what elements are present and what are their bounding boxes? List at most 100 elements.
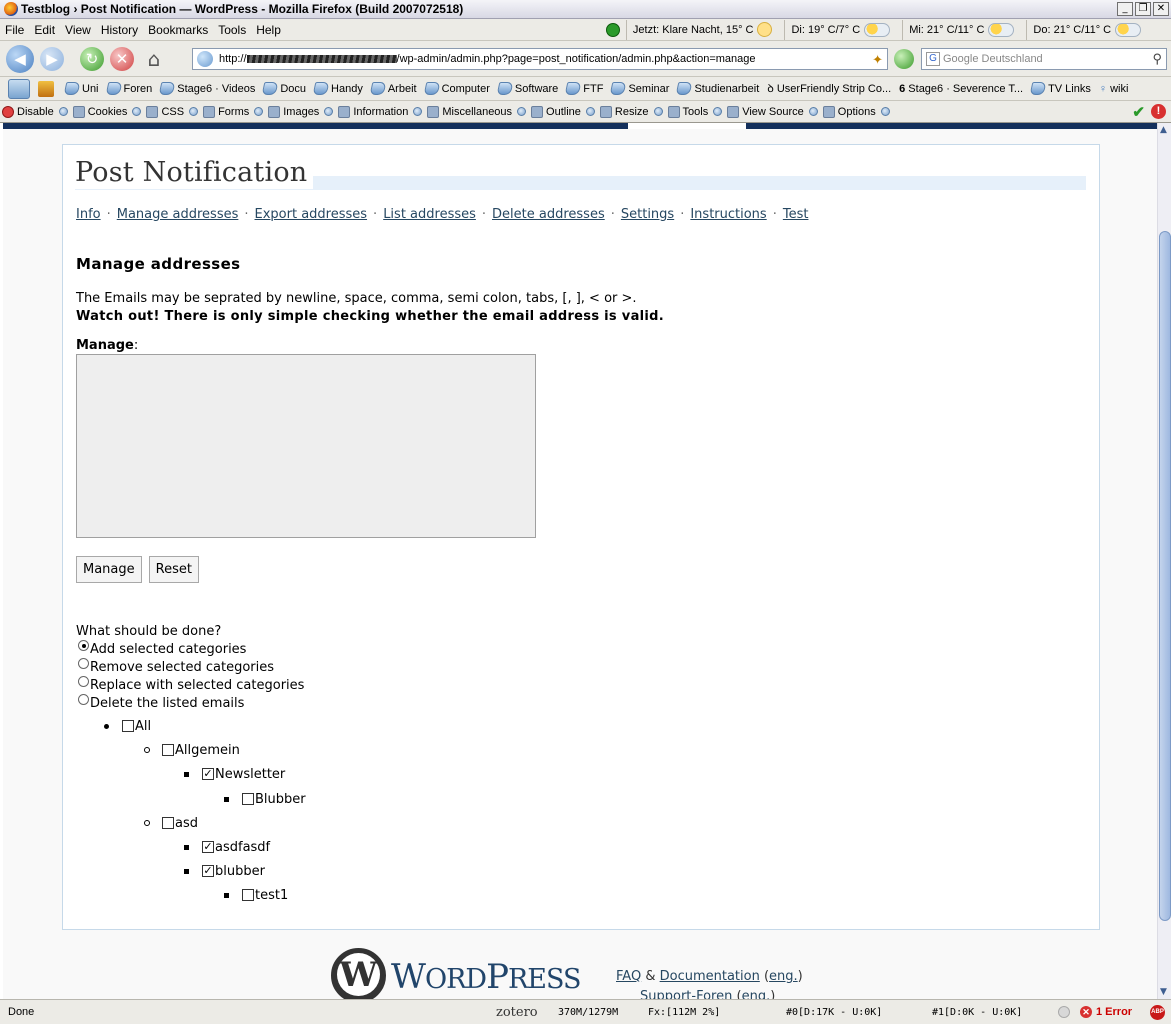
- category-all[interactable]: All: [104, 718, 151, 734]
- bookmark-studienarbeit[interactable]: Studienarbeit: [674, 82, 764, 95]
- bookmark-ftf[interactable]: FTF: [563, 82, 608, 95]
- checkbox[interactable]: [242, 889, 254, 901]
- menu-view[interactable]: View: [60, 23, 96, 37]
- radio-button[interactable]: [78, 676, 89, 687]
- documentation-eng-link[interactable]: eng.: [769, 969, 798, 984]
- weather-thu[interactable]: Do: 21° C/11° C: [1026, 19, 1147, 40]
- support-eng-link[interactable]: eng.: [742, 989, 771, 999]
- checkbox[interactable]: ✓: [202, 841, 214, 853]
- close-button[interactable]: ✕: [1153, 2, 1169, 16]
- weather-now[interactable]: Jetzt: Klare Nacht, 15° C: [625, 19, 779, 40]
- checkbox[interactable]: ✓: [202, 865, 214, 877]
- subnav-list-addresses[interactable]: List addresses: [383, 207, 476, 222]
- subnav-test[interactable]: Test: [783, 207, 809, 222]
- scroll-up-icon[interactable]: ▲: [1160, 125, 1167, 135]
- wordpress-wordmark[interactable]: WORDPRESS: [391, 958, 582, 999]
- dev-cookies[interactable]: Cookies: [71, 105, 145, 118]
- checkbox[interactable]: [242, 793, 254, 805]
- rss-feed-icon[interactable]: ✦: [872, 52, 883, 68]
- bookmark-wiki[interactable]: ♀ wiki: [1096, 83, 1134, 95]
- scroll-thumb[interactable]: [1159, 231, 1171, 921]
- radio-button[interactable]: [78, 694, 89, 705]
- bookmark-tool-icon[interactable]: [38, 80, 54, 97]
- scroll-down-icon[interactable]: ▼: [1160, 987, 1167, 997]
- category-blubber[interactable]: ✓ blubber: [184, 863, 265, 879]
- bookmark-handy[interactable]: Handy: [311, 82, 368, 95]
- google-icon[interactable]: G: [926, 52, 940, 66]
- bookmark-tv-links[interactable]: TV Links: [1028, 82, 1096, 95]
- back-button[interactable]: ◀: [6, 44, 34, 73]
- bookmark-computer[interactable]: Computer: [422, 82, 495, 95]
- checkbox[interactable]: [162, 744, 174, 756]
- dev-information[interactable]: Information: [336, 105, 425, 118]
- radio-delete[interactable]: Delete the listed emails: [76, 694, 1076, 713]
- dev-resize[interactable]: Resize: [598, 105, 666, 118]
- zotero-button[interactable]: zotero: [496, 1005, 538, 1020]
- address-bar[interactable]: http:// /wp-admin/admin.php?page=post_not…: [192, 48, 888, 70]
- category-allgemein[interactable]: Allgemein: [144, 742, 240, 758]
- stop-button[interactable]: ✕: [110, 46, 134, 71]
- radio-remove[interactable]: Remove selected categories: [76, 658, 1076, 677]
- minimize-button[interactable]: _: [1117, 2, 1133, 16]
- validation-ok-icon[interactable]: ✔: [1132, 103, 1145, 121]
- manage-button[interactable]: Manage: [76, 556, 142, 583]
- search-box[interactable]: G Google Deutschland ⚲: [921, 48, 1167, 70]
- checkbox[interactable]: [162, 817, 174, 829]
- menu-edit[interactable]: Edit: [29, 23, 60, 37]
- subnav-settings[interactable]: Settings: [621, 207, 674, 222]
- subnav-instructions[interactable]: Instructions: [690, 207, 766, 222]
- dev-disable[interactable]: Disable: [0, 105, 71, 118]
- radio-button[interactable]: [78, 640, 89, 651]
- adblock-icon[interactable]: ABP: [1150, 1004, 1165, 1020]
- dev-css[interactable]: CSS: [144, 105, 201, 118]
- dev-tools[interactable]: Tools: [666, 105, 726, 118]
- bookmark-foren[interactable]: Foren: [104, 82, 158, 95]
- bookmark-stage6-videos[interactable]: Stage6 · Videos: [157, 82, 260, 95]
- radio-add[interactable]: Add selected categories: [76, 640, 1076, 659]
- checkbox[interactable]: ✓: [202, 768, 214, 780]
- vertical-scrollbar[interactable]: ▲ ▼: [1157, 123, 1171, 999]
- dev-view-source[interactable]: View Source: [725, 105, 821, 118]
- error-console-indicator[interactable]: ✕ 1 Error: [1080, 1006, 1132, 1018]
- dev-images[interactable]: Images: [266, 105, 336, 118]
- bookmark-seminar[interactable]: Seminar: [608, 82, 674, 95]
- subnav-manage-addresses[interactable]: Manage addresses: [117, 207, 239, 222]
- dev-miscellaneous[interactable]: Miscellaneous: [425, 105, 529, 118]
- restore-button[interactable]: ❐: [1135, 2, 1151, 16]
- go-button[interactable]: [894, 49, 914, 69]
- dev-outline[interactable]: Outline: [529, 105, 598, 118]
- email-list-textarea[interactable]: [76, 354, 536, 538]
- search-icon[interactable]: ⚲: [1152, 51, 1162, 67]
- radio-button[interactable]: [78, 658, 89, 669]
- bookmark-userfriendly[interactable]: ꝺ UserFriendly Strip Co...: [764, 81, 896, 96]
- bookmark-uni[interactable]: Uni: [62, 82, 104, 95]
- subnav-export-addresses[interactable]: Export addresses: [255, 207, 368, 222]
- dev-options[interactable]: Options: [821, 105, 893, 118]
- bookmark-arbeit[interactable]: Arbeit: [368, 82, 422, 95]
- menu-file[interactable]: File: [0, 23, 29, 37]
- support-link[interactable]: Support-Foren: [640, 989, 732, 999]
- faq-link[interactable]: FAQ: [616, 969, 641, 984]
- menu-tools[interactable]: Tools: [213, 23, 251, 37]
- category-test1[interactable]: test1: [224, 887, 288, 903]
- radio-replace[interactable]: Replace with selected categories: [76, 676, 1076, 695]
- dev-forms[interactable]: Forms: [201, 105, 266, 118]
- wordpress-logo-icon[interactable]: [331, 948, 386, 999]
- reload-button[interactable]: ↻: [80, 46, 104, 71]
- menu-history[interactable]: History: [96, 23, 143, 37]
- menu-help[interactable]: Help: [251, 23, 286, 37]
- category-blubber-sub[interactable]: Blubber: [224, 791, 306, 807]
- error-icon[interactable]: !: [1151, 104, 1166, 119]
- home-button[interactable]: ⌂: [140, 45, 168, 73]
- bookmark-software[interactable]: Software: [495, 82, 563, 95]
- checkbox[interactable]: [122, 720, 134, 732]
- category-asdfasdf[interactable]: ✓ asdfasdf: [184, 839, 270, 855]
- category-newsletter[interactable]: ✓ Newsletter: [184, 766, 285, 782]
- weather-tue[interactable]: Di: 19° C/7° C: [784, 19, 896, 40]
- bookmark-stage6-severence[interactable]: 6 Stage6 · Severence T...: [896, 83, 1028, 95]
- documentation-link[interactable]: Documentation: [660, 969, 760, 984]
- bookmark-docu[interactable]: Docu: [260, 82, 311, 95]
- weather-wed[interactable]: Mi: 21° C/11° C: [902, 19, 1020, 40]
- category-asd[interactable]: asd: [144, 815, 198, 831]
- bookmark-folder-icon[interactable]: [8, 78, 30, 99]
